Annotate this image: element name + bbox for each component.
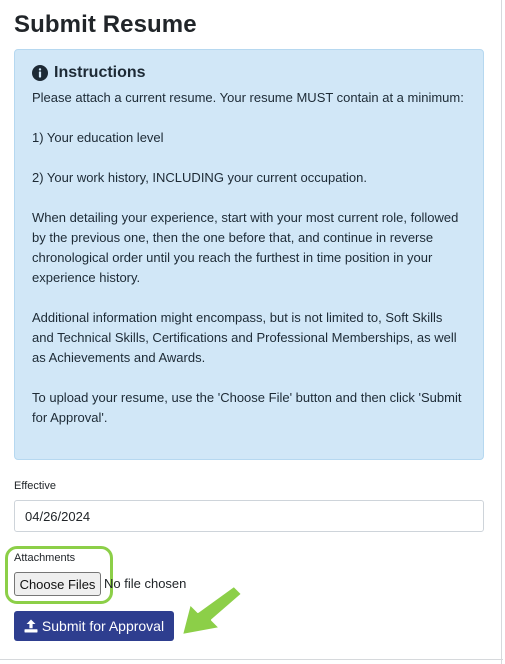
instructions-paragraph: To upload your resume, use the 'Choose F… xyxy=(32,390,462,425)
instructions-paragraph: When detailing your experience, start wi… xyxy=(32,210,459,285)
instructions-body: Please attach a current resume. Your res… xyxy=(32,88,465,428)
page-bottom-border xyxy=(0,659,503,660)
instructions-paragraph: 1) Your education level xyxy=(32,130,164,145)
instructions-header: Instructions xyxy=(32,62,465,84)
page-title: Submit Resume xyxy=(14,11,197,38)
instructions-paragraph: Please attach a current resume. Your res… xyxy=(32,90,464,105)
pointer-arrow-icon xyxy=(181,585,242,636)
choose-files-button[interactable]: Choose Files xyxy=(14,572,101,596)
attachments-label: Attachments xyxy=(14,552,76,564)
info-circle-icon xyxy=(32,65,48,81)
effective-date-input[interactable] xyxy=(14,500,484,532)
effective-label: Effective xyxy=(14,480,56,492)
instructions-paragraph: Additional information might encompass, … xyxy=(32,310,457,365)
instructions-panel: Instructions Please attach a current res… xyxy=(14,49,484,460)
submit-resume-page: Submit Resume Instructions Please attach… xyxy=(0,0,505,664)
instructions-paragraph: 2) Your work history, INCLUDING your cur… xyxy=(32,170,368,185)
submit-button-label: Submit for Approval xyxy=(41,618,165,634)
page-right-border xyxy=(501,0,502,664)
submit-for-approval-button[interactable]: Submit for Approval xyxy=(14,611,174,641)
upload-icon xyxy=(24,619,38,633)
instructions-title: Instructions xyxy=(54,64,146,81)
